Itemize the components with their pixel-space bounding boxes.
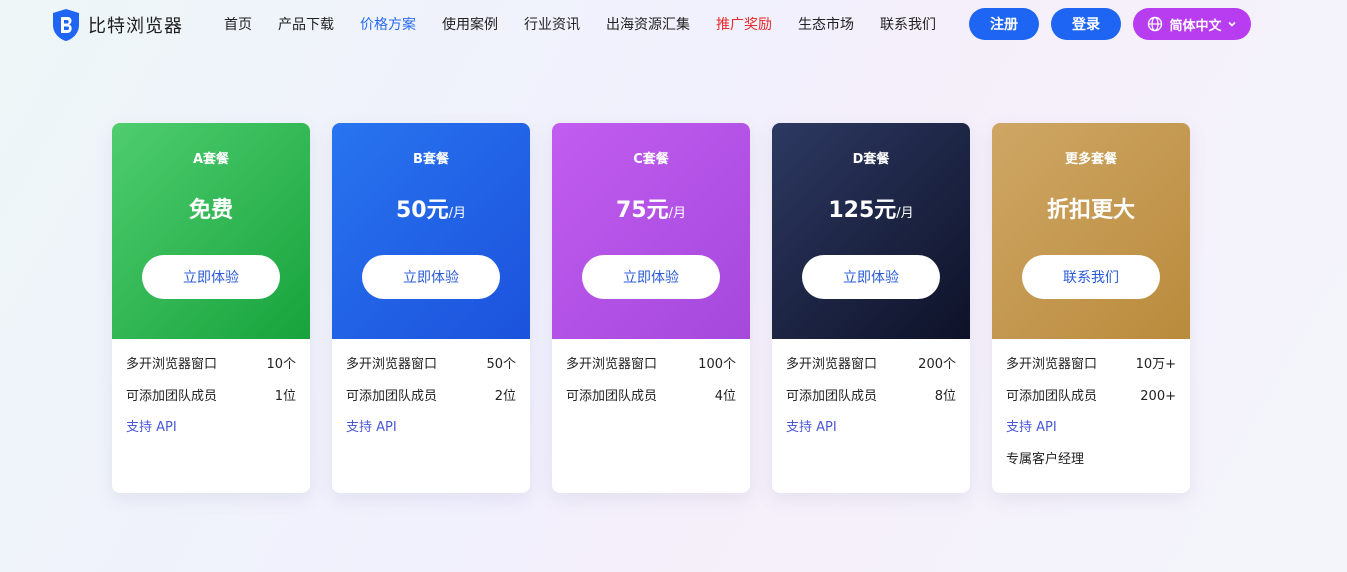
plan-price: 125元/月 xyxy=(828,198,914,223)
feature-row: 可添加团队成员 2位 xyxy=(346,388,516,404)
site-header: 比特浏览器 首页 产品下载 价格方案 使用案例 行业资讯 出海资源汇集 推广奖励… xyxy=(0,0,1347,48)
api-support-link[interactable]: 支持 API xyxy=(786,419,956,451)
nav-item-rewards[interactable]: 推广奖励 xyxy=(716,14,772,34)
plan-price: 75元/月 xyxy=(615,198,686,223)
register-button[interactable]: 注册 xyxy=(969,8,1039,40)
plan-card-more: 更多套餐 折扣更大 联系我们 多开浏览器窗口 10万+ 可添加团队成员 200+ 支… xyxy=(992,123,1190,493)
try-now-button[interactable]: 立即体验 xyxy=(582,255,720,299)
feature-row: 多开浏览器窗口 200个 xyxy=(786,357,956,372)
plan-price: 免费 xyxy=(188,198,233,223)
brand-logo[interactable]: 比特浏览器 xyxy=(51,8,183,42)
plan-card-c: C套餐 75元/月 立即体验 多开浏览器窗口 100个 可添加团队成员 4位 xyxy=(552,123,750,493)
plan-name: 更多套餐 xyxy=(1064,152,1117,167)
plan-features: 多开浏览器窗口 10个 可添加团队成员 1位 支持 API xyxy=(112,339,310,451)
plan-header: D套餐 125元/月 立即体验 xyxy=(772,123,970,339)
plan-card-b: B套餐 50元/月 立即体验 多开浏览器窗口 50个 可添加团队成员 2位 支持 A… xyxy=(332,123,530,493)
nav-item-download[interactable]: 产品下载 xyxy=(278,14,334,34)
try-now-button[interactable]: 立即体验 xyxy=(802,255,940,299)
plan-features: 多开浏览器窗口 50个 可添加团队成员 2位 支持 API xyxy=(332,339,530,451)
shield-logo-icon xyxy=(53,9,79,41)
plan-features: 多开浏览器窗口 100个 可添加团队成员 4位 xyxy=(552,339,750,419)
plan-header: B套餐 50元/月 立即体验 xyxy=(332,123,530,339)
feature-row: 可添加团队成员 4位 xyxy=(566,388,736,404)
plan-name: A套餐 xyxy=(192,152,230,167)
nav-item-home[interactable]: 首页 xyxy=(224,14,252,34)
language-label: 简体中文 xyxy=(1169,18,1222,34)
plan-header: C套餐 75元/月 立即体验 xyxy=(552,123,750,339)
plan-card-a: A套餐 免费 立即体验 多开浏览器窗口 10个 可添加团队成员 1位 支持 API xyxy=(112,123,310,493)
plan-price: 折扣更大 xyxy=(1046,198,1135,223)
account-manager-feature: 专属客户经理 xyxy=(1006,451,1085,467)
feature-row: 多开浏览器窗口 10万+ xyxy=(1006,357,1176,372)
plan-name: B套餐 xyxy=(413,152,449,167)
plan-header: A套餐 免费 立即体验 xyxy=(112,123,310,339)
api-support-link[interactable]: 支持 API xyxy=(346,419,516,451)
nav-item-market[interactable]: 生态市场 xyxy=(798,14,854,34)
plan-card-d: D套餐 125元/月 立即体验 多开浏览器窗口 200个 可添加团队成员 8位 支持… xyxy=(772,123,970,493)
api-support-link[interactable]: 支持 API xyxy=(1006,419,1176,451)
plan-name: C套餐 xyxy=(633,152,669,167)
nav-item-news[interactable]: 行业资讯 xyxy=(524,14,580,34)
plan-features: 多开浏览器窗口 200个 可添加团队成员 8位 支持 API xyxy=(772,339,970,451)
nav-item-resources[interactable]: 出海资源汇集 xyxy=(606,14,690,34)
brand-name: 比特浏览器 xyxy=(88,16,183,37)
plan-price: 50元/月 xyxy=(395,198,466,223)
plan-features: 多开浏览器窗口 10万+ 可添加团队成员 200+ 支持 API 专属客户经理 xyxy=(992,339,1190,482)
plan-name: D套餐 xyxy=(852,152,890,167)
contact-us-button[interactable]: 联系我们 xyxy=(1022,255,1160,299)
login-button[interactable]: 登录 xyxy=(1051,8,1121,40)
nav-item-pricing[interactable]: 价格方案 xyxy=(360,14,416,34)
feature-row: 可添加团队成员 1位 xyxy=(126,388,296,404)
nav-item-cases[interactable]: 使用案例 xyxy=(442,14,498,34)
globe-icon xyxy=(1148,16,1163,32)
language-selector[interactable]: 简体中文 xyxy=(1133,8,1251,40)
nav-item-contact[interactable]: 联系我们 xyxy=(880,14,936,34)
main-nav: 首页 产品下载 价格方案 使用案例 行业资讯 出海资源汇集 推广奖励 生态市场 … xyxy=(224,14,962,34)
feature-row: 多开浏览器窗口 10个 xyxy=(126,357,296,372)
try-now-button[interactable]: 立即体验 xyxy=(362,255,500,299)
plan-header: 更多套餐 折扣更大 联系我们 xyxy=(992,123,1190,339)
feature-row: 多开浏览器窗口 50个 xyxy=(346,357,516,372)
chevron-down-icon xyxy=(1227,21,1236,27)
try-now-button[interactable]: 立即体验 xyxy=(142,255,280,299)
feature-row: 可添加团队成员 200+ xyxy=(1006,388,1176,404)
api-support-link[interactable]: 支持 API xyxy=(126,419,296,451)
feature-row: 可添加团队成员 8位 xyxy=(786,388,956,404)
feature-row: 多开浏览器窗口 100个 xyxy=(566,357,736,372)
